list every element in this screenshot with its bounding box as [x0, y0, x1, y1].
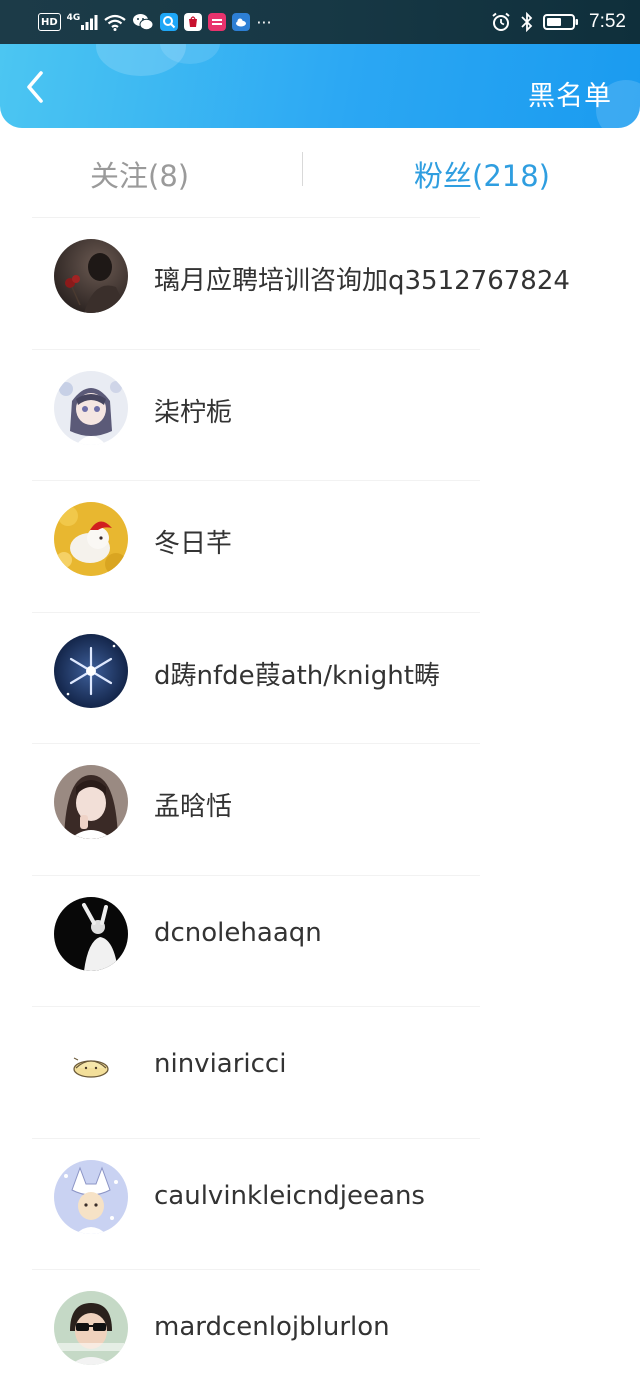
fan-name: d踌nfde葭ath/knight畴 [154, 660, 440, 691]
avatar[interactable] [54, 1159, 128, 1234]
tab-fans[interactable]: 粉丝(218) [414, 153, 550, 195]
clock-time: 7:52 [589, 11, 626, 32]
back-button[interactable] [18, 70, 52, 104]
alarm-icon [491, 12, 511, 31]
chevron-left-icon [27, 71, 43, 103]
cellular-signal-icon: 4G [67, 13, 99, 31]
fan-name: mardcenlojblurlon [154, 1312, 390, 1342]
wifi-icon [104, 13, 127, 31]
more-notifications: ··· [256, 12, 272, 32]
avatar[interactable] [54, 1291, 128, 1365]
huawei-store-icon [184, 13, 203, 31]
header-bar: 黑名单 [0, 44, 640, 128]
avatar[interactable] [54, 1028, 128, 1102]
fan-name: ninviaricci [154, 1049, 287, 1079]
tab-divider [302, 152, 303, 186]
blacklist-button[interactable]: 黑名单 [528, 74, 612, 113]
list-item[interactable]: 璃月应聘培训咨询加q3512767824 [0, 218, 640, 350]
list-item[interactable]: 柒柠栀 [0, 350, 640, 481]
avatar[interactable] [54, 502, 128, 576]
list-item[interactable]: ninviaricci [0, 1007, 640, 1139]
avatar[interactable] [54, 896, 128, 971]
fans-list: 璃月应聘培训咨询加q3512767824 柒柠栀 冬日芊 d踌nfde葭ath/… [0, 218, 640, 1387]
avatar[interactable] [54, 633, 128, 708]
hd-indicator: HD [38, 13, 61, 31]
fan-name: caulvinkleicndjeeans [154, 1180, 425, 1211]
bluetooth-icon [521, 12, 533, 32]
search-app-icon [160, 13, 179, 31]
tab-following[interactable]: 关注(8) [90, 153, 189, 195]
list-item[interactable]: caulvinkleicndjeeans [0, 1139, 640, 1270]
fan-name: 冬日芊 [154, 529, 233, 559]
fan-name: dcnolehaaqn [154, 917, 322, 948]
list-item[interactable]: d踌nfde葭ath/knight畴 [0, 613, 640, 744]
tab-bar: 关注(8) 粉丝(218) [0, 128, 640, 218]
avatar[interactable] [54, 239, 128, 313]
fan-name: 柒柠栀 [154, 397, 233, 428]
fan-name: 孟晗恬 [154, 792, 233, 822]
list-item[interactable]: 孟晗恬 [0, 744, 640, 876]
list-item[interactable]: dcnolehaaqn [0, 876, 640, 1007]
shopping-app-icon [208, 13, 227, 31]
fan-name: 璃月应聘培训咨询加q3512767824 [154, 266, 570, 296]
fans-list-screen: HD 4G ··· 7:52 黑名单 关注(8) 粉丝(218) 璃月应聘培训咨… [0, 0, 640, 1387]
avatar[interactable] [54, 370, 128, 445]
cloud-app-icon [232, 13, 251, 31]
list-item[interactable]: mardcenlojblurlon [0, 1270, 640, 1387]
avatar[interactable] [54, 765, 128, 839]
list-item[interactable]: 冬日芊 [0, 481, 640, 613]
wechat-icon [132, 13, 154, 31]
battery-icon [543, 13, 579, 31]
status-bar: HD 4G ··· 7:52 [0, 0, 640, 44]
